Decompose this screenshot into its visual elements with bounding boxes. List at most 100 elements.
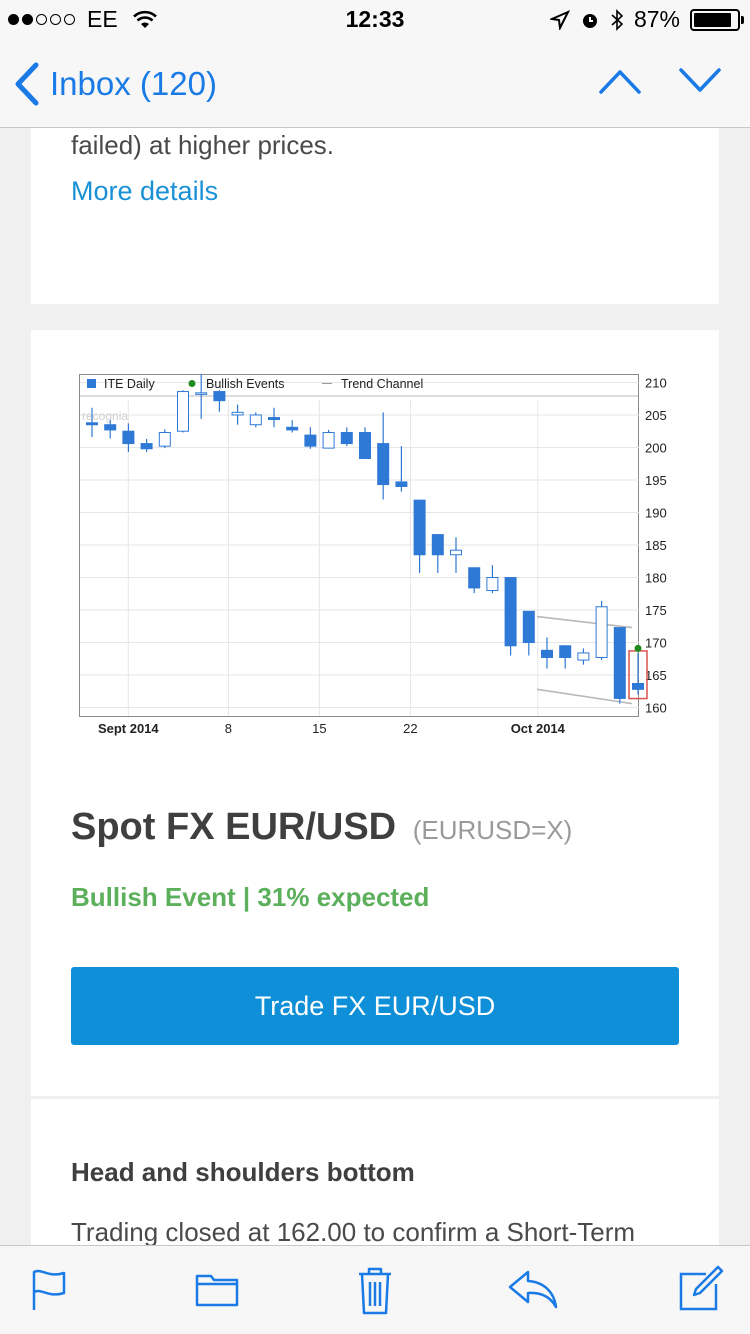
instrument-title: Spot FX EUR/USD (EURUSD=X) (71, 806, 572, 849)
back-label: Inbox (120) (50, 65, 217, 102)
x-tick-label: 15 (312, 721, 326, 736)
x-tick-label: Oct 2014 (511, 721, 566, 736)
candle-body (450, 549, 462, 556)
chevron-left-icon (15, 62, 39, 106)
y-tick-label: 195 (645, 473, 667, 488)
candle-body (231, 411, 244, 416)
candle-body (395, 481, 408, 487)
candle (177, 390, 189, 433)
location-icon (549, 9, 570, 30)
instrument-card: 210 205 200 195 190 185 180 175 170 165 160 Sept 20… (31, 330, 719, 1096)
bluetooth-icon (611, 8, 624, 31)
pattern-card: Head and shoulders bottom Trading closed… (31, 1098, 719, 1245)
message-body[interactable]: sellers evens out and there's an attempt… (0, 128, 750, 1245)
y-tick-label: 210 (645, 375, 667, 390)
legend-ite-daily: ITE Daily (104, 377, 155, 391)
next-message-button[interactable] (678, 66, 722, 101)
candle-body (486, 577, 499, 592)
candle-body (413, 499, 426, 556)
y-tick-label: 160 (645, 701, 667, 716)
y-tick-label: 170 (645, 636, 667, 651)
bullish-event-marker (634, 644, 642, 652)
candle-body (177, 391, 189, 432)
legend-swatch-ite (87, 379, 96, 388)
instrument-ticker: (EURUSD=X) (412, 815, 573, 845)
candle-body (577, 652, 590, 661)
x-tick-label: Sept 2014 (98, 721, 159, 736)
candle (613, 627, 626, 704)
y-tick-label: 205 (645, 408, 667, 423)
candle (249, 412, 262, 428)
bottom-toolbar (0, 1245, 750, 1334)
candle-body (86, 422, 98, 426)
pattern-text: Trading closed at 162.00 to confirm a Sh… (71, 1217, 636, 1245)
candle-body (632, 682, 644, 690)
compose-button[interactable] (678, 1264, 724, 1317)
y-tick-label: 185 (645, 538, 667, 553)
previous-pattern-card: sellers evens out and there's an attempt… (31, 128, 719, 304)
candle-body (286, 426, 299, 431)
flag-icon (32, 1269, 66, 1310)
y-tick-label: 180 (645, 571, 667, 586)
legend-swatch-bullish (188, 380, 196, 387)
reply-icon (508, 1270, 558, 1309)
candle-body (213, 391, 226, 402)
folder-icon (195, 1274, 239, 1307)
candlestick-chart: 210 205 200 195 190 185 180 175 170 165 160 Sept 20… (79, 374, 667, 736)
candle-body (522, 610, 535, 644)
status-bar: EE 12:33 87% (0, 0, 750, 40)
battery-icon (690, 8, 744, 31)
candle-body (504, 577, 517, 647)
event-summary: Bullish Event | 31% expected (71, 882, 430, 912)
pattern-description: sellers evens out and there's an attempt… (71, 130, 335, 160)
reply-button[interactable] (506, 1268, 560, 1315)
y-tick-label: 165 (645, 668, 667, 683)
move-button[interactable] (194, 1268, 240, 1313)
alarm-icon (582, 13, 597, 28)
candle-body (377, 443, 390, 486)
navigation-bar: Inbox (120) (0, 40, 750, 128)
delete-button[interactable] (355, 1264, 395, 1321)
candle-body (140, 443, 153, 450)
instrument-name: Spot FX EUR/USD (71, 806, 397, 848)
candle-body (322, 432, 335, 449)
legend-trend-channel: Trend Channel (341, 377, 423, 391)
chevron-down-icon (679, 68, 721, 92)
candle-body (595, 606, 608, 658)
back-to-inbox-button[interactable]: Inbox (120) (14, 62, 217, 106)
battery-percent: 87% (633, 6, 680, 32)
more-details-link[interactable]: More details (71, 176, 218, 207)
watermark: recognia (82, 409, 128, 423)
legend-bullish-events: Bullish Events (206, 377, 285, 391)
x-tick-label: 8 (225, 721, 232, 736)
candle-body (359, 432, 371, 460)
y-tick-label: 190 (645, 505, 667, 520)
price-chart: 210 205 200 195 190 185 180 175 170 165 160 Sept 20… (79, 374, 673, 754)
candle (504, 577, 517, 656)
x-tick-label: 22 (403, 721, 417, 736)
candle-body (431, 534, 444, 556)
previous-message-button[interactable] (598, 66, 642, 101)
chevron-up-icon (599, 70, 641, 94)
candle-body (195, 392, 208, 395)
compose-icon (679, 1265, 724, 1311)
candle-body (304, 434, 317, 447)
candle (158, 429, 171, 449)
candle-body (559, 645, 572, 658)
candle-body (158, 432, 171, 447)
trash-icon (359, 1267, 391, 1315)
y-tick-label: 175 (645, 603, 667, 618)
candle-body (104, 424, 117, 431)
trade-button[interactable]: Trade FX EUR/USD (71, 967, 679, 1045)
battery-level (694, 12, 731, 27)
candle (595, 600, 608, 661)
y-tick-label: 200 (645, 440, 667, 455)
candle-body (468, 567, 481, 589)
candle-body (268, 417, 280, 421)
pattern-heading: Head and shoulders bottom (71, 1157, 415, 1187)
candle-body (340, 432, 353, 445)
candle-body (249, 414, 262, 426)
candle-body (541, 649, 553, 658)
flag-button[interactable] (30, 1268, 68, 1317)
candle (322, 429, 335, 449)
